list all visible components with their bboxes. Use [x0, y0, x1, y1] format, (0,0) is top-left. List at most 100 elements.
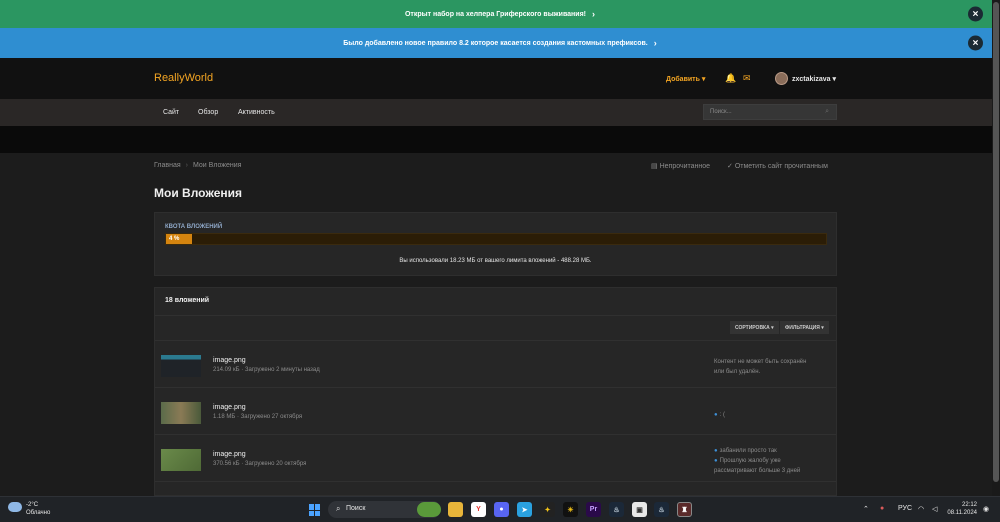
nav-site[interactable]: Сайт: [163, 109, 179, 116]
scrollbar-thumb[interactable]: [993, 2, 999, 482]
attachment-name[interactable]: image.png: [213, 357, 246, 364]
chevron-right-icon: ›: [653, 38, 657, 48]
steam-icon[interactable]: ♨: [654, 502, 669, 517]
folder-icon[interactable]: [448, 502, 463, 517]
page: Открыт набор на хелпера Гриферского выжи…: [0, 0, 1000, 522]
breadcrumb-home[interactable]: Главная: [154, 162, 181, 169]
note-line: забанили просто так: [719, 448, 777, 454]
nav-activity[interactable]: Активность: [238, 109, 275, 116]
chevron-up-icon[interactable]: ⌃: [863, 505, 869, 513]
check-icon: ✓: [727, 163, 733, 170]
clock-date[interactable]: 08.11.2024: [947, 510, 977, 516]
microphone-icon[interactable]: ●: [880, 505, 884, 512]
wifi-icon[interactable]: ◠: [918, 505, 924, 513]
cloud-icon[interactable]: [8, 502, 22, 512]
notice-banner-green[interactable]: Открыт набор на хелпера Гриферского выжи…: [0, 0, 1000, 28]
taskbar-search-label: Поиск: [346, 505, 366, 512]
page-title: Мои Вложения: [154, 186, 242, 200]
premiere-pro-icon[interactable]: Pr: [586, 502, 601, 517]
breadcrumb-separator: ›: [185, 162, 188, 169]
app-icon[interactable]: ✦: [540, 502, 555, 517]
filter-button[interactable]: ФИЛЬТРАЦИЯ ▾: [780, 321, 829, 334]
weather-temp[interactable]: -2°C: [26, 502, 38, 508]
attachment-name[interactable]: image.png: [213, 451, 246, 458]
search-icon[interactable]: ⌕: [825, 108, 829, 116]
discord-icon[interactable]: ●: [494, 502, 509, 517]
attachments-list: 18 вложений СОРТИРОВКА ▾ ФИЛЬТРАЦИЯ ▾ im…: [154, 287, 837, 496]
quota-progress-bar: 4 %: [165, 233, 827, 245]
breadcrumb-current[interactable]: Мои Вложения: [193, 162, 241, 169]
unread-label: Непрочитанное: [659, 163, 711, 170]
attachment-thumbnail[interactable]: [161, 402, 201, 424]
notice-green-text[interactable]: Открыт набор на хелпера Гриферского выжи…: [405, 11, 586, 18]
nav-overview[interactable]: Обзор: [198, 109, 218, 116]
note-line: или был удалён.: [714, 369, 761, 375]
attachment-note[interactable]: ●: (: [714, 410, 725, 420]
attachment-meta: 1.18 МБ · Загружено 27 октября: [213, 414, 303, 420]
search-placeholder: Поиск...: [710, 109, 732, 115]
quota-text: Вы использовали 18.23 МБ от вашего лимит…: [399, 258, 592, 264]
note-line: : (: [719, 412, 725, 418]
site-header: ReallyWorld Добавить ▾ 🔔 ✉ zxctakizava ▾: [0, 58, 1000, 99]
close-icon[interactable]: ✕: [968, 35, 983, 51]
search-input[interactable]: Поиск... ⌕: [703, 104, 837, 120]
bell-icon[interactable]: 🔔: [725, 73, 736, 84]
quota-progress-fill: 4 %: [166, 234, 193, 244]
mark-read-link[interactable]: ✓ Отметить сайт прочитанным: [727, 162, 828, 170]
attachment-meta: 370.56 кБ · Загружено 20 октября: [213, 461, 307, 467]
note-line: рассматривают больше 3 дней: [714, 468, 801, 474]
close-icon[interactable]: ✕: [968, 6, 983, 22]
yandex-browser-icon[interactable]: Y: [471, 502, 486, 517]
comment-icon: ●: [714, 412, 718, 418]
attachment-note: Контент не может быть сохранён или был у…: [714, 357, 806, 377]
add-button-label: Добавить: [666, 76, 700, 83]
app-icon[interactable]: ♜: [677, 502, 692, 517]
list-item[interactable]: [155, 483, 836, 495]
sort-label: СОРТИРОВКА: [735, 325, 770, 331]
note-line: Прошлую жалобу уже: [719, 458, 781, 464]
breadcrumb: Главная › Мои Вложения: [154, 162, 241, 169]
weather-condition[interactable]: Облачно: [26, 510, 50, 516]
taskbar: -2°C Облачно Поиск ⌕ Y ● ➤ ✦ ☀ Pr ♨ ▣ ♨ …: [0, 496, 1000, 522]
clock-time[interactable]: 22:12: [947, 502, 977, 508]
scrollbar[interactable]: [992, 0, 1000, 496]
sort-button[interactable]: СОРТИРОВКА ▾: [730, 321, 779, 334]
filter-label: ФИЛЬТРАЦИЯ: [785, 325, 820, 331]
attachment-name[interactable]: image.png: [213, 404, 246, 411]
quota-panel: КВОТА ВЛОЖЕНИЙ 4 % Вы использовали 18.23…: [154, 212, 837, 276]
list-item[interactable]: image.png 370.56 кБ · Загружено 20 октяб…: [155, 436, 836, 482]
app-icon[interactable]: ▣: [632, 502, 647, 517]
note-line: Контент не может быть сохранён: [714, 359, 807, 365]
attachment-note[interactable]: ● забанили просто так ● Прошлую жалобу уже…: [714, 446, 800, 476]
notice-banner-blue[interactable]: Было добавлено новое правило 8.2 которое…: [0, 28, 1000, 58]
list-item[interactable]: image.png 1.18 МБ · Загружено 27 октября…: [155, 389, 836, 435]
mail-icon[interactable]: ✉: [743, 73, 751, 84]
attachment-thumbnail[interactable]: [161, 449, 201, 471]
telegram-icon[interactable]: ➤: [517, 502, 532, 517]
list-item[interactable]: image.png 214.09 кБ · Загружено 2 минуты…: [155, 342, 836, 388]
site-logo[interactable]: ReallyWorld: [154, 72, 213, 84]
windows-start-icon[interactable]: [309, 504, 321, 516]
comment-icon: ●: [714, 448, 718, 454]
app-icon[interactable]: ☀: [563, 502, 578, 517]
add-button[interactable]: Добавить ▾: [666, 75, 705, 83]
attachment-thumbnail[interactable]: [161, 355, 201, 377]
unread-icon: ▤: [651, 163, 658, 170]
steam-icon[interactable]: ♨: [609, 502, 624, 517]
navbar: Сайт Обзор Активность Поиск... ⌕: [0, 99, 1000, 126]
chevron-right-icon: ›: [592, 9, 595, 19]
comment-icon: ●: [714, 458, 718, 464]
widget-icon[interactable]: [417, 502, 441, 517]
avatar[interactable]: [775, 72, 788, 85]
banner-strip: [0, 126, 1000, 153]
list-filter-bar: СОРТИРОВКА ▾ ФИЛЬТРАЦИЯ ▾: [155, 316, 836, 341]
attachment-meta: 214.09 кБ · Загружено 2 минуты назад: [213, 367, 320, 373]
notice-blue-text[interactable]: Было добавлено новое правило 8.2 которое…: [343, 40, 648, 47]
user-menu[interactable]: zxctakizava ▾: [792, 75, 836, 83]
volume-icon[interactable]: ◁: [932, 505, 937, 513]
mark-read-label: Отметить сайт прочитанным: [734, 163, 828, 170]
notifications-icon[interactable]: ◉: [983, 505, 989, 513]
list-header: 18 вложений: [155, 288, 836, 316]
language-indicator[interactable]: РУС: [898, 505, 912, 512]
unread-link[interactable]: ▤ Непрочитанное: [651, 162, 710, 170]
